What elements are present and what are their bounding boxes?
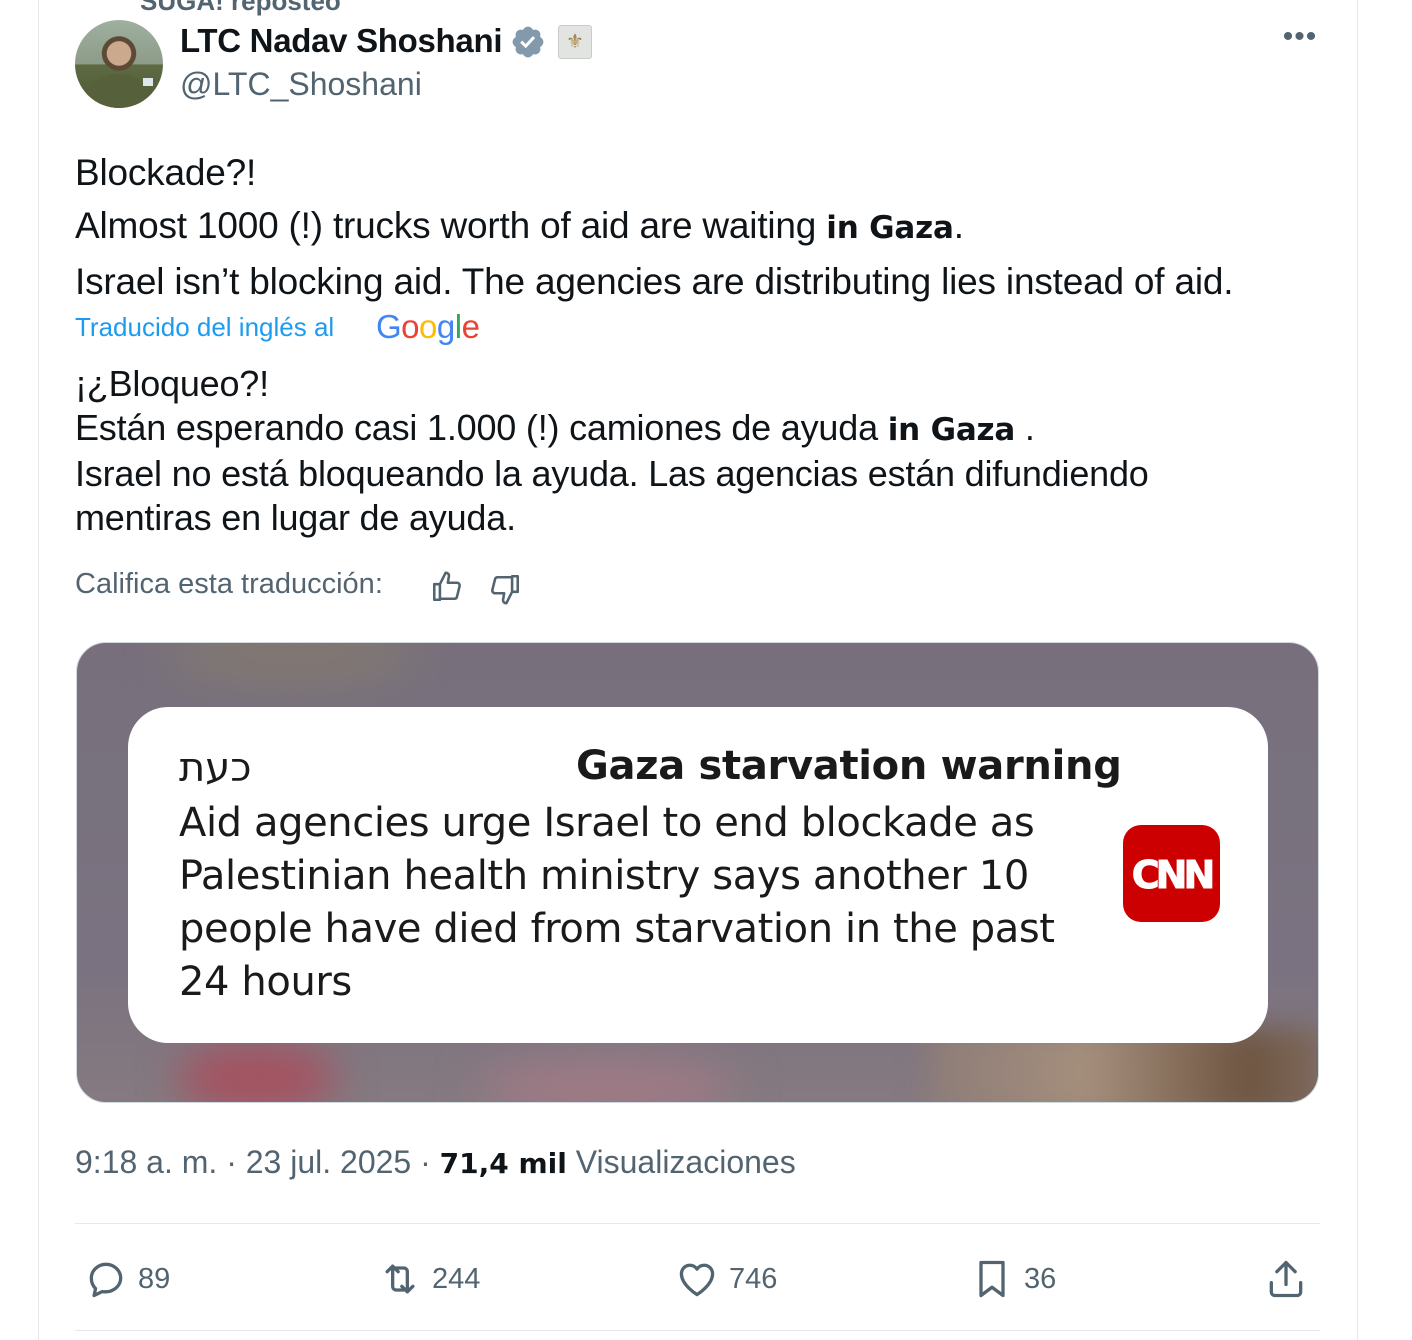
translated-from-label[interactable]: Traducido del inglés al <box>75 312 334 343</box>
google-letter: g <box>436 308 455 345</box>
rate-translation-label: Califica esta traducción: <box>75 568 383 600</box>
push-notification: כעת Gaza starvation warning Aid agencies… <box>128 707 1268 1043</box>
translation-line: Israel no está bloqueando la ayuda. Las … <box>75 453 1149 538</box>
thumbs-down-icon[interactable] <box>488 572 522 606</box>
cnn-logo-text: CNN <box>1131 853 1216 898</box>
reply-count: 89 <box>138 1262 171 1295</box>
tweet-line: Almost 1000 (!) trucks worth of aid are … <box>75 199 1233 255</box>
reply-button[interactable]: 89 <box>84 1255 170 1303</box>
views-count: 71,4 mil <box>439 1147 567 1180</box>
tweet-line: Blockade?! <box>75 152 257 193</box>
bookmark-icon <box>979 1260 1005 1298</box>
translation-bold-text: in Gaza <box>887 412 1016 448</box>
background-blur <box>477 1063 737 1102</box>
repost-icon <box>385 1264 415 1294</box>
tweet-time[interactable]: 9:18 a. m. <box>75 1144 217 1180</box>
tweet-meta: 9:18 a. m. · 23 jul. 2025 · 71,4 mil Vis… <box>75 1144 796 1181</box>
share-icon <box>1269 1260 1303 1298</box>
google-letter: l <box>454 308 462 345</box>
author-handle[interactable]: @LTC_Shoshani <box>180 66 422 103</box>
reposted-label[interactable]: SUGA! reposteó <box>140 0 341 17</box>
tweet-text: Blockade?! Almost 1000 (!) trucks worth … <box>75 146 1234 308</box>
tweet-text-span: . <box>953 205 964 246</box>
translation-line: Están esperando casi 1.000 (!) camiones … <box>75 406 1275 452</box>
repost-count: 244 <box>432 1262 481 1295</box>
tweet-text-span: Almost 1000 (!) trucks worth of aid are … <box>75 205 827 246</box>
bookmark-count: 36 <box>1024 1262 1057 1295</box>
divider <box>75 1330 1320 1331</box>
bookmark-button[interactable]: 36 <box>970 1255 1056 1303</box>
google-letter: o <box>401 308 420 345</box>
tweet-date[interactable]: 23 jul. 2025 <box>246 1144 411 1180</box>
translation-text-span: Están esperando casi 1.000 (!) camiones … <box>75 407 888 448</box>
avatar[interactable] <box>75 20 163 108</box>
background-blur <box>167 643 417 683</box>
like-count: 746 <box>729 1262 778 1295</box>
background-blur <box>177 1043 337 1102</box>
tweet-line: Israel isn’t blocking aid. The agencies … <box>75 261 1234 302</box>
google-letter: G <box>376 308 402 345</box>
repost-button[interactable]: 244 <box>378 1255 480 1303</box>
separator: · <box>411 1144 440 1180</box>
verified-badge-icon[interactable] <box>510 24 546 60</box>
media-image[interactable]: כעת Gaza starvation warning Aid agencies… <box>76 642 1319 1103</box>
translated-text: ¡¿Bloqueo?! Están esperando casi 1.000 (… <box>75 362 1275 540</box>
views-label: Visualizaciones <box>566 1144 796 1180</box>
reply-icon <box>89 1262 123 1298</box>
translation-line: ¡¿Bloqueo?! <box>75 363 269 404</box>
share-button[interactable] <box>1264 1255 1318 1303</box>
author-name[interactable]: LTC Nadav Shoshani <box>180 22 503 60</box>
google-letter: e <box>461 308 480 345</box>
google-letter: o <box>419 308 437 345</box>
more-icon[interactable]: ••• <box>1280 22 1320 62</box>
notification-time: כעת <box>179 745 252 791</box>
separator: · <box>217 1144 246 1180</box>
tweet-bold-text: in Gaza <box>826 210 954 246</box>
cnn-logo-icon: CNN <box>1123 825 1220 922</box>
notification-body: Aid agencies urge Israel to end blockade… <box>179 800 1055 1005</box>
translation-text-span: . <box>1015 407 1035 448</box>
thumbs-up-icon[interactable] <box>430 570 464 604</box>
avatar-flag-patch <box>143 78 153 86</box>
heart-icon <box>679 1263 715 1297</box>
notification-title: Gaza starvation warning <box>576 743 1122 789</box>
google-logo[interactable]: Google <box>376 308 480 346</box>
affiliate-badge-icon[interactable]: ⚜ <box>558 25 592 59</box>
divider <box>75 1223 1320 1224</box>
like-button[interactable]: 746 <box>675 1255 777 1303</box>
